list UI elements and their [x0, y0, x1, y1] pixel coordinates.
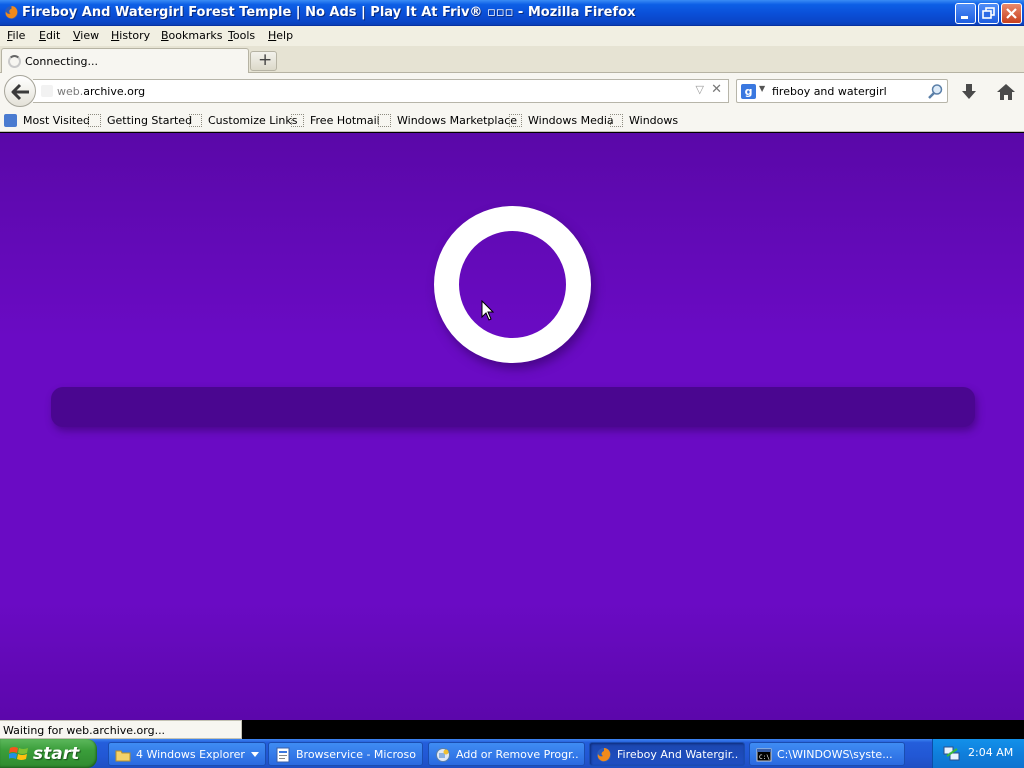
minimize-button[interactable] [955, 3, 976, 24]
search-bar[interactable]: g ▼ fireboy and watergirl [736, 79, 948, 103]
page-icon [378, 114, 391, 127]
site-identity-icon[interactable] [41, 85, 53, 97]
restore-icon [982, 7, 995, 19]
taskbar-item-label: Browservice - Microso... [296, 748, 416, 761]
bookmark-label: Windows Media [528, 114, 614, 127]
page-content [0, 133, 1024, 720]
start-button[interactable]: start [0, 739, 97, 768]
taskbar-item-label: 4 Windows Explorer [136, 748, 245, 761]
bookmark-label: Customize Links [208, 114, 298, 127]
taskbar-item-windows-explorer[interactable]: 4 Windows Explorer [108, 742, 266, 766]
stop-loading-icon[interactable]: ✕ [711, 82, 722, 97]
command-prompt-icon: C:\ [756, 748, 772, 762]
url-prefix: web. [57, 85, 84, 98]
page-icon [509, 114, 522, 127]
taskbar: start 4 Windows Explorer Browservice - M… [0, 739, 1024, 768]
taskbar-item-firefox[interactable]: Fireboy And Watergir... [589, 742, 745, 766]
bookmark-customize-links[interactable]: Customize Links [189, 114, 298, 129]
document-icon [276, 747, 290, 763]
bookmark-label: Most Visited [23, 114, 90, 127]
search-input[interactable]: fireboy and watergirl [772, 85, 887, 98]
taskbar-item-label: Add or Remove Progr... [456, 748, 578, 761]
new-tab-button[interactable]: + [250, 50, 277, 71]
page-icon [189, 114, 202, 127]
taskbar-item-label: C:\WINDOWS\syste... [777, 748, 893, 761]
bookmark-label: Windows Marketplace [397, 114, 518, 127]
system-clock[interactable]: 2:04 AM [968, 746, 1013, 759]
system-tray: 2:04 AM [932, 739, 1024, 768]
bookmark-windows-marketplace[interactable]: Windows Marketplace [378, 114, 517, 129]
engine-dropdown-icon[interactable]: ▼ [759, 84, 765, 93]
window-title-bar[interactable]: Fireboy And Watergirl Forest Temple | No… [0, 0, 1024, 26]
menu-history[interactable]: History [111, 29, 150, 42]
bookmark-getting-started[interactable]: Getting Started [88, 114, 192, 129]
bookmarks-toolbar: Most Visited Getting Started Customize L… [0, 111, 1024, 132]
windows-logo-icon [9, 747, 28, 760]
url-dropdown-icon[interactable]: ▽ [696, 83, 704, 96]
taskbar-item-label: Fireboy And Watergir... [617, 748, 738, 761]
page-icon [291, 114, 304, 127]
loading-spinner-icon [8, 55, 21, 68]
tab-strip: Connecting... + [0, 46, 1024, 74]
home-icon[interactable] [995, 81, 1017, 103]
plus-icon: + [258, 50, 273, 70]
firefox-icon [597, 748, 611, 762]
url-domain: archive.org [83, 85, 146, 98]
back-button[interactable] [4, 75, 36, 107]
folder-icon [115, 750, 131, 762]
menu-file[interactable]: File [7, 29, 25, 42]
restore-button[interactable] [978, 3, 999, 24]
bookmark-label: Windows [629, 114, 679, 127]
bookmark-most-visited[interactable]: Most Visited [4, 114, 90, 129]
firefox-icon [4, 5, 19, 20]
loading-ring-icon [434, 206, 591, 363]
page-icon [88, 114, 101, 127]
menu-tools[interactable]: Tools [228, 29, 255, 42]
add-remove-icon [436, 748, 450, 762]
minimize-icon [961, 16, 968, 19]
bookmark-free-hotmail[interactable]: Free Hotmail [291, 114, 380, 129]
page-icon [610, 114, 623, 127]
status-text: Waiting for web.archive.org... [3, 724, 166, 737]
bookmark-windows-media[interactable]: Windows Media [509, 114, 614, 129]
menu-bookmarks[interactable]: Bookmarks [161, 29, 222, 42]
bookmark-label: Getting Started [107, 114, 193, 127]
search-icon[interactable] [927, 83, 944, 100]
tab-current[interactable]: Connecting... [1, 48, 249, 74]
back-arrow-icon [11, 83, 29, 101]
start-label: start [33, 744, 80, 764]
menu-view[interactable]: View [73, 29, 99, 42]
taskbar-item-command-prompt[interactable]: C:\ C:\WINDOWS\syste... [749, 742, 905, 766]
navigation-bar: web.archive.org ▽ ✕ g ▼ fireboy and wate… [0, 73, 1024, 111]
tab-label: Connecting... [25, 55, 98, 68]
close-icon [1006, 8, 1017, 19]
bookmark-label: Free Hotmail [310, 114, 380, 127]
menu-help[interactable]: Help [268, 29, 293, 42]
taskbar-item-add-remove-programs[interactable]: Add or Remove Progr... [428, 742, 585, 766]
bookmark-windows[interactable]: Windows [610, 114, 678, 129]
loading-progress-bar [51, 387, 975, 427]
url-text[interactable]: web.archive.org [57, 85, 145, 98]
url-bar[interactable]: web.archive.org ▽ ✕ [33, 79, 729, 103]
network-icon[interactable] [943, 745, 961, 762]
status-bar: Waiting for web.archive.org... [0, 720, 242, 739]
group-expand-icon [251, 752, 259, 757]
menu-edit[interactable]: Edit [39, 29, 60, 42]
window-title: Fireboy And Watergirl Forest Temple | No… [22, 5, 636, 20]
taskbar-item-browservice[interactable]: Browservice - Microso... [268, 742, 423, 766]
downloads-icon[interactable] [958, 81, 980, 103]
mouse-cursor-icon [481, 300, 495, 321]
svg-text:C:\: C:\ [759, 754, 770, 761]
close-window-button[interactable] [1001, 3, 1022, 24]
menu-bar: File Edit View History Bookmarks Tools H… [0, 26, 1024, 46]
most-visited-icon [4, 114, 17, 127]
google-engine-icon[interactable]: g [741, 84, 756, 99]
